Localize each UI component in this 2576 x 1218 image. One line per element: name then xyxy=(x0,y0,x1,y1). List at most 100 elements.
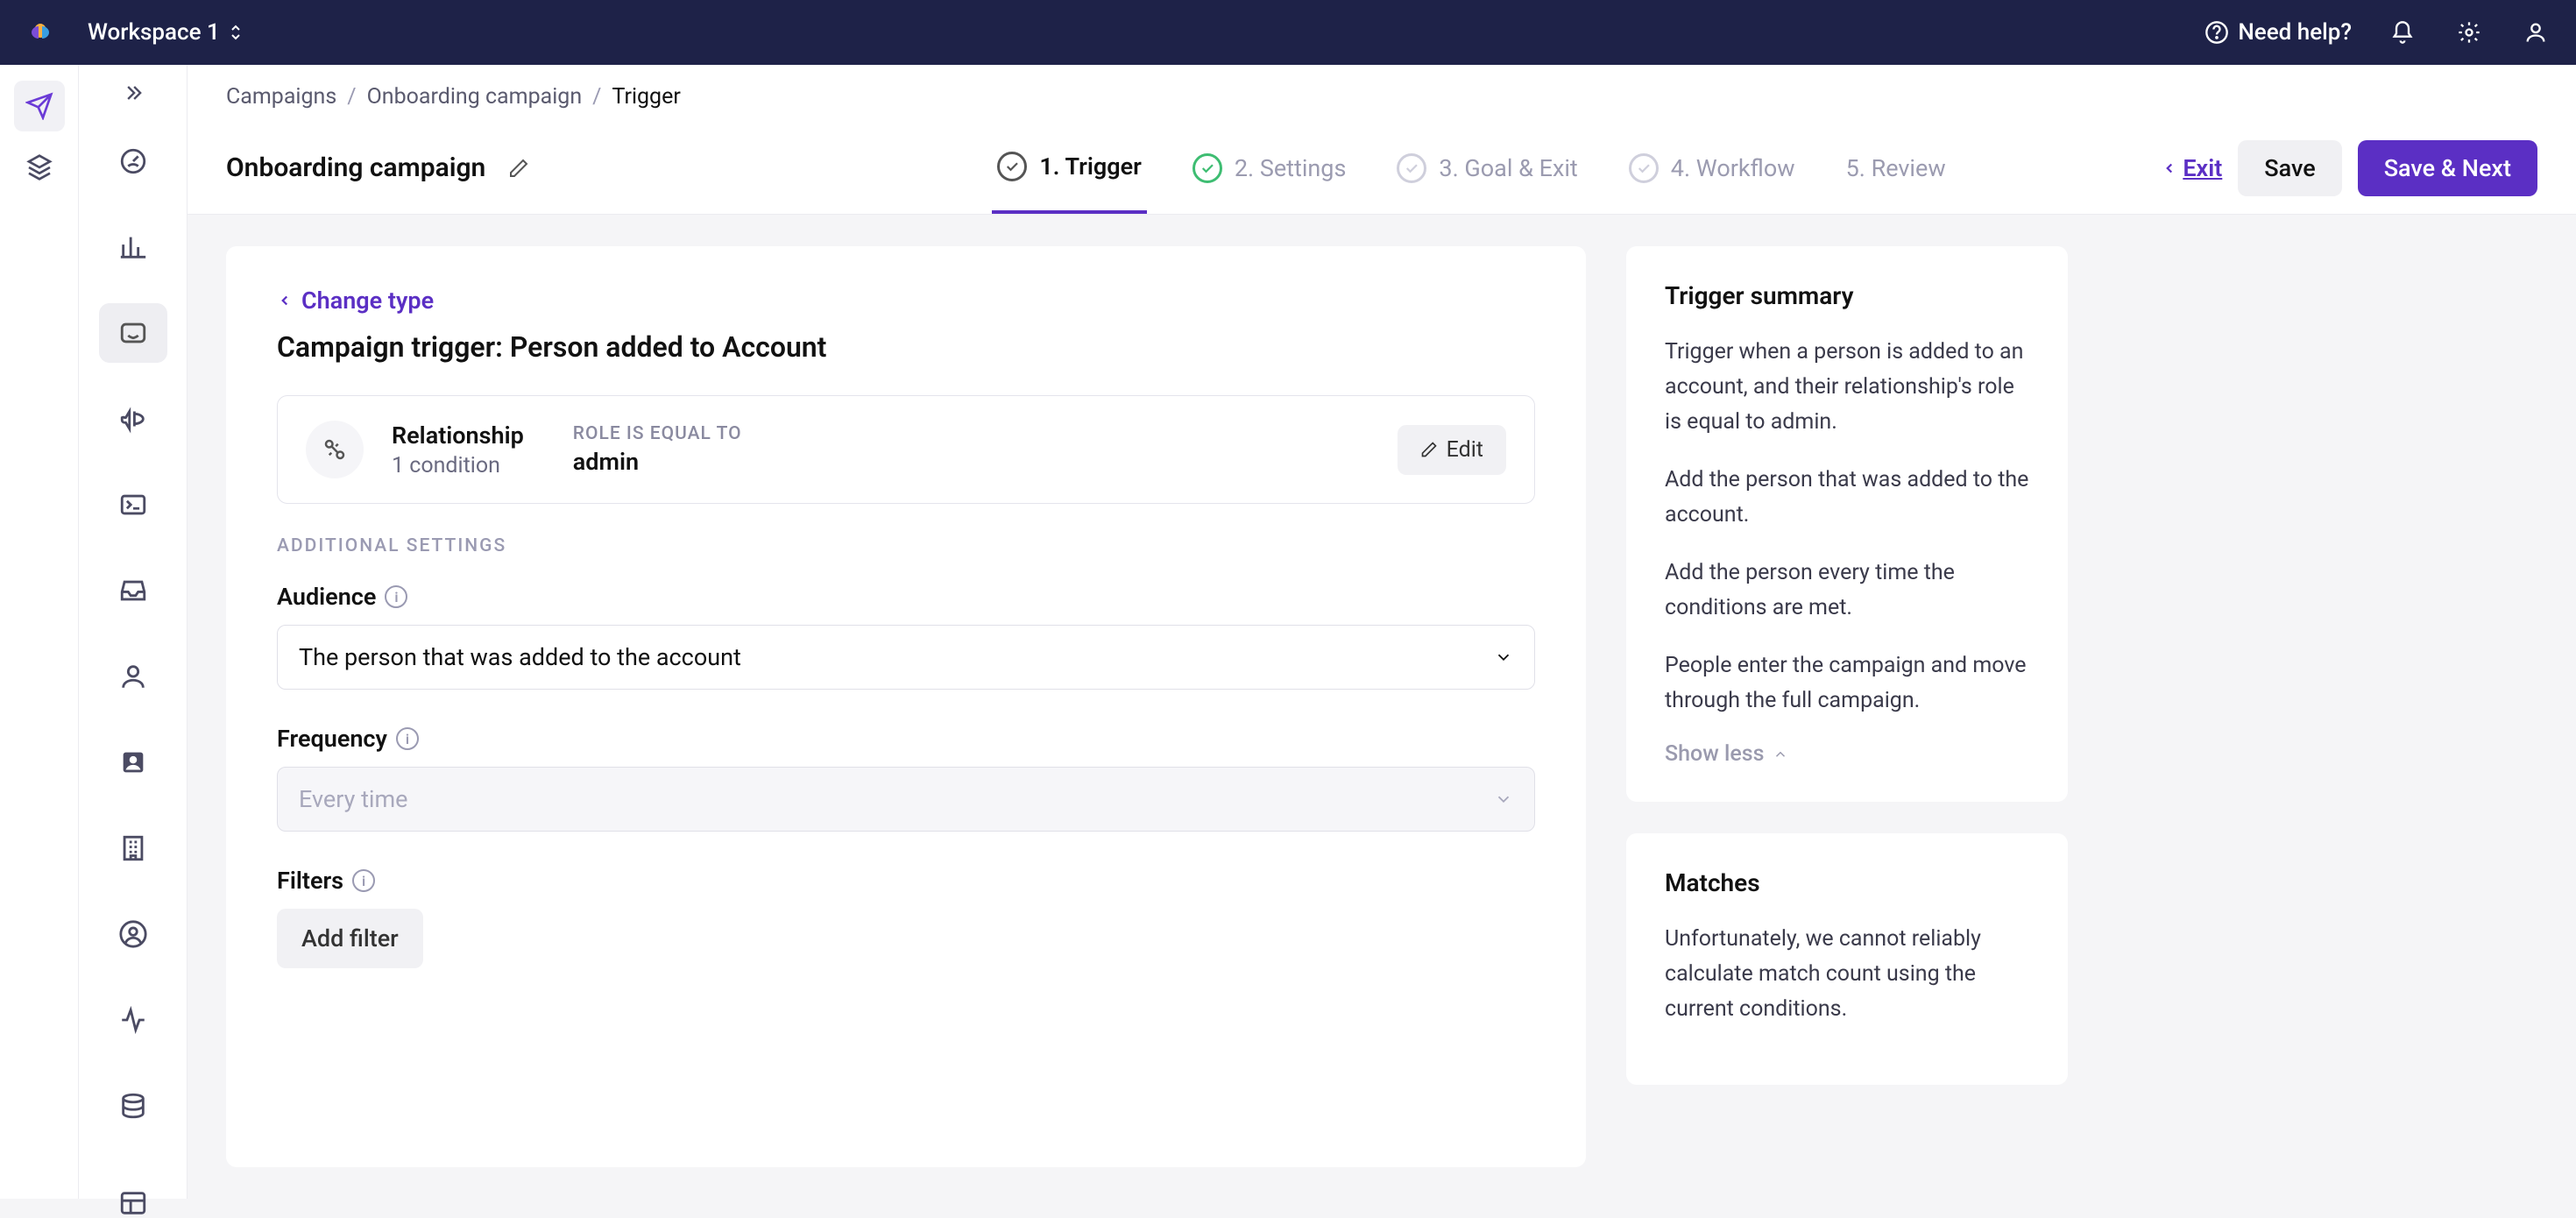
sidebar-item-content[interactable] xyxy=(99,1188,167,1218)
breadcrumb-current: Trigger xyxy=(612,84,680,110)
step-label: 1. Trigger xyxy=(1039,152,1142,181)
matches-panel: Matches Unfortunately, we cannot reliabl… xyxy=(1626,833,2068,1085)
check-circle-icon xyxy=(997,152,1027,181)
additional-settings-divider: ADDITIONAL SETTINGS xyxy=(277,535,1535,556)
pencil-icon xyxy=(1420,441,1438,458)
change-type-link[interactable]: Change type xyxy=(277,287,1535,315)
check-circle-icon xyxy=(1192,153,1222,183)
breadcrumb-campaigns[interactable]: Campaigns xyxy=(226,84,336,110)
rename-campaign-button[interactable] xyxy=(501,151,536,186)
chevron-down-icon xyxy=(1494,648,1513,667)
condition-sub: 1 condition xyxy=(392,453,524,478)
message-icon xyxy=(118,318,148,348)
info-icon[interactable]: i xyxy=(385,585,407,608)
filters-label: Filters i xyxy=(277,867,1535,895)
step-label: 5. Review xyxy=(1846,154,1946,182)
sidebar-item-activity[interactable] xyxy=(99,990,167,1050)
filters-label-text: Filters xyxy=(277,867,343,895)
check-circle-icon xyxy=(1629,153,1659,183)
save-next-button[interactable]: Save & Next xyxy=(2358,140,2537,196)
content-area: Campaigns / Onboarding campaign / Trigge… xyxy=(188,65,2576,1199)
breadcrumb-onboarding[interactable]: Onboarding campaign xyxy=(367,84,583,110)
workspace-label: Workspace 1 xyxy=(88,19,220,46)
step-review[interactable]: 5. Review xyxy=(1841,122,1951,214)
sidebar xyxy=(79,65,188,1199)
database-icon xyxy=(118,1091,148,1121)
step-goal-exit[interactable]: 3. Goal & Exit xyxy=(1391,122,1582,214)
condition-title: Relationship xyxy=(392,421,524,450)
sidebar-item-contacts[interactable] xyxy=(99,733,167,792)
exit-label: Exit xyxy=(2183,154,2222,182)
gear-icon xyxy=(2457,20,2481,45)
help-circle-icon xyxy=(2204,20,2229,45)
step-label: 3. Goal & Exit xyxy=(1439,154,1577,182)
sidebar-expand-button[interactable] xyxy=(108,81,159,105)
sidebar-item-deliveries[interactable] xyxy=(99,561,167,620)
sidebar-item-dashboard[interactable] xyxy=(99,131,167,191)
add-filter-button[interactable]: Add filter xyxy=(277,909,423,968)
need-help-button[interactable]: Need help? xyxy=(2204,19,2352,46)
person-icon xyxy=(118,662,148,691)
building-icon xyxy=(118,833,148,863)
notifications-button[interactable] xyxy=(2387,17,2418,48)
save-button[interactable]: Save xyxy=(2238,140,2341,196)
audience-select[interactable]: The person that was added to the account xyxy=(277,625,1535,690)
sidebar-item-transactional[interactable] xyxy=(99,475,167,535)
summary-p4: People enter the campaign and move throu… xyxy=(1665,648,2029,719)
audience-value: The person that was added to the account xyxy=(299,643,741,671)
settings-button[interactable] xyxy=(2453,17,2485,48)
sidebar-item-accounts[interactable] xyxy=(99,818,167,878)
wizard-steps: 1. Trigger 2. Settings 3. Goal & Exit xyxy=(992,122,1950,214)
info-icon[interactable]: i xyxy=(352,869,375,892)
frequency-value: Every time xyxy=(299,785,407,813)
top-header: Workspace 1 Need help? xyxy=(0,0,2576,65)
audience-label: Audience i xyxy=(277,583,1535,611)
edit-label: Edit xyxy=(1447,437,1483,463)
gauge-icon xyxy=(118,146,148,176)
breadcrumb-separator: / xyxy=(347,84,356,110)
show-less-toggle[interactable]: Show less xyxy=(1665,741,2029,767)
pencil-icon xyxy=(508,158,529,179)
rail-item-layers[interactable] xyxy=(14,142,65,193)
edit-condition-button[interactable]: Edit xyxy=(1398,425,1506,475)
need-help-label: Need help? xyxy=(2238,19,2352,46)
send-icon xyxy=(25,92,53,120)
chevrons-right-icon xyxy=(121,81,145,105)
trigger-heading: Campaign trigger: Person added to Accoun… xyxy=(277,330,1535,364)
summary-p1: Trigger when a person is added to an acc… xyxy=(1665,335,2029,440)
step-trigger[interactable]: 1. Trigger xyxy=(992,122,1147,214)
matches-body: Unfortunately, we cannot reliably calcul… xyxy=(1665,922,2029,1027)
app-rail xyxy=(0,65,79,1199)
rail-item-send[interactable] xyxy=(14,81,65,131)
activity-icon xyxy=(118,1005,148,1035)
summary-p3: Add the person every time the conditions… xyxy=(1665,556,2029,626)
sidebar-item-data[interactable] xyxy=(99,1076,167,1136)
app-logo-icon xyxy=(25,17,56,48)
account-button[interactable] xyxy=(2520,17,2551,48)
frequency-select[interactable]: Every time xyxy=(277,767,1535,832)
step-label: 4. Workflow xyxy=(1671,154,1795,182)
user-icon xyxy=(2523,20,2548,45)
bell-icon xyxy=(2390,20,2415,45)
sidebar-item-campaigns[interactable] xyxy=(99,303,167,363)
breadcrumb: Campaigns / Onboarding campaign / Trigge… xyxy=(188,65,2576,122)
step-settings[interactable]: 2. Settings xyxy=(1187,122,1352,214)
sidebar-item-analytics[interactable] xyxy=(99,217,167,277)
sidebar-item-people[interactable] xyxy=(99,647,167,706)
id-card-icon xyxy=(118,747,148,777)
user-circle-icon xyxy=(118,919,148,949)
layers-icon xyxy=(25,153,53,181)
chevron-up-icon xyxy=(1773,747,1788,762)
chevron-left-icon xyxy=(2162,160,2177,176)
workspace-switcher[interactable]: Workspace 1 xyxy=(88,19,243,46)
exit-link[interactable]: Exit xyxy=(2162,154,2222,182)
show-less-label: Show less xyxy=(1665,741,1764,767)
chevron-down-icon xyxy=(1494,790,1513,809)
info-icon[interactable]: i xyxy=(396,727,419,750)
sidebar-item-broadcasts[interactable] xyxy=(99,389,167,449)
rule-label: ROLE IS EQUAL TO xyxy=(573,423,742,444)
summary-p2: Add the person that was added to the acc… xyxy=(1665,463,2029,533)
bar-chart-icon xyxy=(118,232,148,262)
step-workflow[interactable]: 4. Workflow xyxy=(1624,122,1801,214)
sidebar-item-segments[interactable] xyxy=(99,904,167,964)
